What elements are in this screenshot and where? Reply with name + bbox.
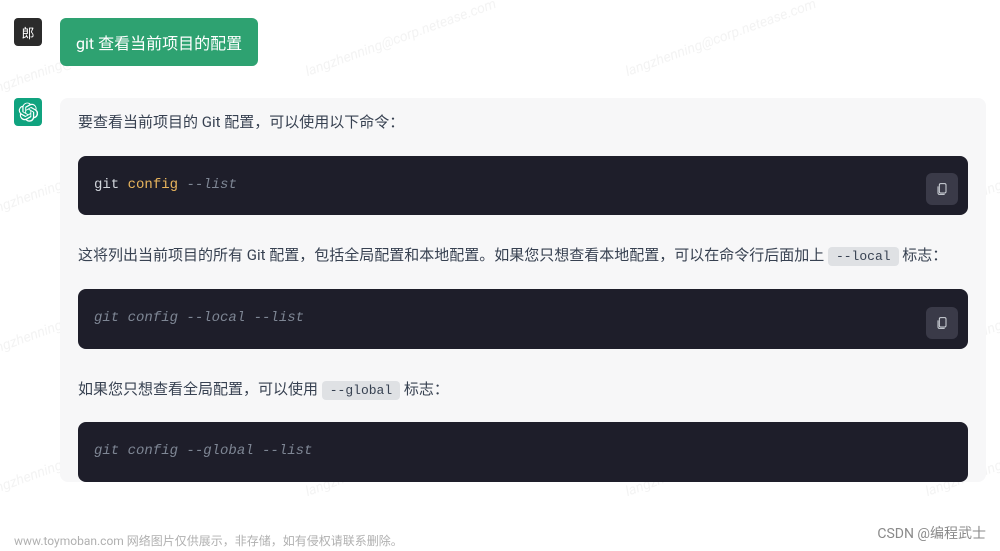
code-token-config: config (128, 177, 178, 193)
user-avatar: 郎 (14, 18, 42, 46)
clipboard-icon (934, 181, 950, 197)
user-avatar-label: 郎 (21, 23, 34, 42)
user-message-row: 郎 git 查看当前项目的配置 (14, 18, 986, 66)
bot-para-1: 要查看当前项目的 Git 配置，可以使用以下命令： (78, 110, 968, 136)
code-block-3: git config --global --list (78, 422, 968, 482)
copy-button[interactable] (926, 307, 958, 339)
bot-message-row: 要查看当前项目的 Git 配置，可以使用以下命令： git config --l… (14, 98, 986, 482)
footer-disclaimer: www.toymoban.com 网络图片仅供展示，非存储，如有侵权请联系删除。 (14, 532, 403, 549)
openai-logo-icon (18, 102, 38, 122)
user-message-text: git 查看当前项目的配置 (76, 34, 242, 53)
para3-prefix: 如果您只想查看全局配置，可以使用 (78, 380, 322, 398)
bot-message-content: 要查看当前项目的 Git 配置，可以使用以下命令： git config --l… (60, 98, 986, 482)
bot-para-3: 如果您只想查看全局配置，可以使用 --global 标志： (78, 377, 968, 403)
code-block-2: git config --local --list (78, 289, 968, 349)
bot-avatar (14, 98, 42, 126)
inline-code-local: --local (828, 247, 899, 266)
code-token-git: git (94, 177, 119, 193)
clipboard-icon (934, 315, 950, 331)
code-text: git config --local --list (94, 310, 304, 326)
code-block-1: git config --list (78, 156, 968, 216)
code-text: git config --global --list (94, 443, 312, 459)
para3-suffix: 标志： (400, 380, 449, 398)
user-message-bubble: git 查看当前项目的配置 (60, 18, 258, 66)
para2-prefix: 这将列出当前项目的所有 Git 配置，包括全局配置和本地配置。如果您只想查看本地… (78, 246, 828, 264)
para2-suffix: 标志： (899, 246, 948, 264)
copy-button[interactable] (926, 173, 958, 205)
footer-attribution: CSDN @编程武士 (877, 523, 986, 543)
code-token-flag: --list (186, 177, 236, 193)
inline-code-global: --global (322, 381, 400, 400)
bot-para-2: 这将列出当前项目的所有 Git 配置，包括全局配置和本地配置。如果您只想查看本地… (78, 243, 968, 269)
